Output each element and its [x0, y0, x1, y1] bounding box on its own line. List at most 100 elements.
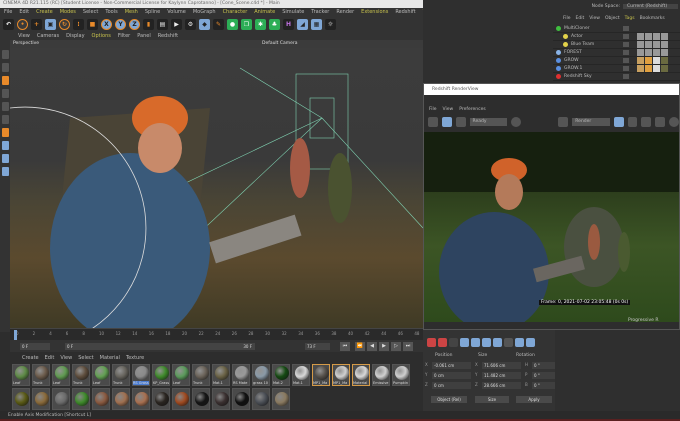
playhead[interactable] [14, 330, 17, 340]
tool-icon[interactable] [1, 167, 9, 176]
material-swatch[interactable] [252, 388, 270, 410]
snapshot-button[interactable] [428, 116, 438, 127]
viewport-menu-display[interactable]: Display [66, 32, 84, 40]
pla-icon[interactable] [504, 338, 513, 347]
next-frame-button[interactable]: ▷ [391, 342, 401, 351]
visibility-toggle[interactable] [623, 50, 629, 55]
move-key-icon[interactable] [460, 338, 469, 347]
visibility-toggle[interactable] [623, 58, 629, 63]
tag-icon[interactable] [661, 57, 668, 64]
tool-icon[interactable] [1, 128, 9, 137]
visibility-toggle[interactable] [623, 66, 629, 71]
material-swatch[interactable] [212, 388, 230, 410]
viewport-3d[interactable] [10, 48, 423, 328]
material-swatch[interactable] [232, 388, 250, 410]
film-icon[interactable] [526, 338, 535, 347]
material-swatch[interactable]: Trunk [192, 364, 210, 386]
tag-icon[interactable] [645, 49, 652, 56]
material-swatch[interactable] [92, 388, 110, 410]
material-swatch[interactable]: grass 10 [252, 364, 270, 386]
live-select-button[interactable]: • [17, 19, 28, 30]
object-row[interactable]: Actor [553, 33, 680, 41]
render-settings-button[interactable]: ⚙ [185, 19, 196, 30]
material-swatch[interactable] [32, 388, 50, 410]
coord-field-p[interactable]: -0.061 cm [432, 362, 471, 369]
motion-icon[interactable] [515, 338, 524, 347]
status-dropdown[interactable]: Ready [469, 117, 508, 126]
tag-icon[interactable] [653, 57, 660, 64]
menu-item-simulate[interactable]: Simulate [282, 8, 304, 17]
material-swatch[interactable]: Mat.1 [212, 364, 230, 386]
rs-menu-file[interactable]: File [429, 105, 437, 114]
tag-icon[interactable] [653, 49, 660, 56]
material-swatch[interactable]: Emissive [372, 364, 390, 386]
z-axis-button[interactable]: Z [129, 19, 140, 30]
visibility-toggle[interactable] [623, 26, 629, 31]
light-icon[interactable]: ☼ [325, 19, 336, 30]
viewport-menu-view[interactable]: View [18, 32, 30, 40]
tag-icon[interactable] [661, 41, 668, 48]
material-swatch[interactable]: Leaf [172, 364, 190, 386]
floor-icon[interactable]: ▦ [311, 19, 322, 30]
tag-icon[interactable] [661, 65, 668, 72]
current-frame-field[interactable]: 73 F [305, 343, 330, 350]
rs-menu-view[interactable]: View [443, 105, 454, 114]
material-swatch[interactable]: RS Grass [132, 364, 150, 386]
material-swatch[interactable] [152, 388, 170, 410]
apply-button[interactable]: Apply [516, 396, 552, 403]
coord-field-p[interactable]: 0 cm [432, 382, 471, 389]
menu-item-character[interactable]: Character [223, 8, 248, 17]
menu-item-tools[interactable]: Tools [105, 8, 117, 17]
visibility-toggle[interactable] [623, 42, 629, 47]
object-row[interactable]: Blue Team [553, 41, 680, 49]
param-key-icon[interactable] [493, 338, 502, 347]
tool-icon[interactable] [1, 141, 9, 150]
viewport-menu-cameras[interactable]: Cameras [37, 32, 59, 40]
settings-button[interactable] [669, 116, 679, 127]
material-menu-view[interactable]: View [60, 354, 72, 362]
keyframe-icon[interactable] [449, 338, 458, 347]
tag-icon[interactable] [653, 33, 660, 40]
grid-button[interactable] [627, 116, 638, 127]
cloner-icon[interactable]: ❒ [241, 19, 252, 30]
menu-item-select[interactable]: Select [83, 8, 98, 17]
camera-dropdown[interactable]: Default Camera [262, 40, 298, 48]
material-swatch[interactable]: MP1_Ma [332, 364, 350, 386]
render-button[interactable] [441, 116, 452, 127]
tag-icon[interactable] [653, 41, 660, 48]
tag-icon[interactable] [645, 41, 652, 48]
object-row[interactable]: MultiCloner [553, 25, 680, 33]
om-menu-object[interactable]: Object [605, 14, 620, 23]
tag-icon[interactable] [661, 33, 668, 40]
material-menu-create[interactable]: Create [22, 354, 39, 362]
coordinate-system-button[interactable]: ▮ [143, 19, 154, 30]
material-menu-material[interactable]: Material [100, 354, 120, 362]
scene-icon[interactable]: ♣ [269, 19, 280, 30]
om-menu-bookmarks[interactable]: Bookmarks [640, 14, 665, 23]
material-swatch[interactable]: Trunk [32, 364, 50, 386]
undo-button[interactable]: ↶ [3, 19, 14, 30]
coord-mode-dropdown[interactable]: Object (Rel) [431, 396, 467, 403]
tool-icon[interactable] [1, 154, 9, 163]
menu-item-render[interactable]: Render [336, 8, 354, 17]
viewport-menu-options[interactable]: Options [92, 32, 111, 40]
menu-item-mesh[interactable]: Mesh [125, 8, 138, 17]
menu-item-spline[interactable]: Spline [145, 8, 160, 17]
render-mode-dropdown[interactable]: Render [572, 117, 610, 126]
viewport-menu-filter[interactable]: Filter [118, 32, 130, 40]
menu-item-file[interactable]: File [4, 8, 12, 17]
object-row[interactable]: FOREST [553, 49, 680, 57]
fit-button[interactable] [641, 116, 652, 127]
material-swatch[interactable] [12, 388, 30, 410]
visibility-toggle[interactable] [623, 34, 629, 39]
previous-key-button[interactable]: ⏪ [355, 342, 365, 351]
tag-icon[interactable] [637, 57, 644, 64]
material-swatch[interactable]: Pumpkin [392, 364, 410, 386]
y-axis-button[interactable]: Y [115, 19, 126, 30]
material-swatch[interactable]: Leaf [92, 364, 110, 386]
om-menu-tags[interactable]: Tags [625, 14, 635, 23]
material-menu-edit[interactable]: Edit [45, 354, 55, 362]
scale-button[interactable]: ▣ [45, 19, 56, 30]
move-button[interactable]: + [31, 19, 42, 30]
material-swatch[interactable] [72, 388, 90, 410]
